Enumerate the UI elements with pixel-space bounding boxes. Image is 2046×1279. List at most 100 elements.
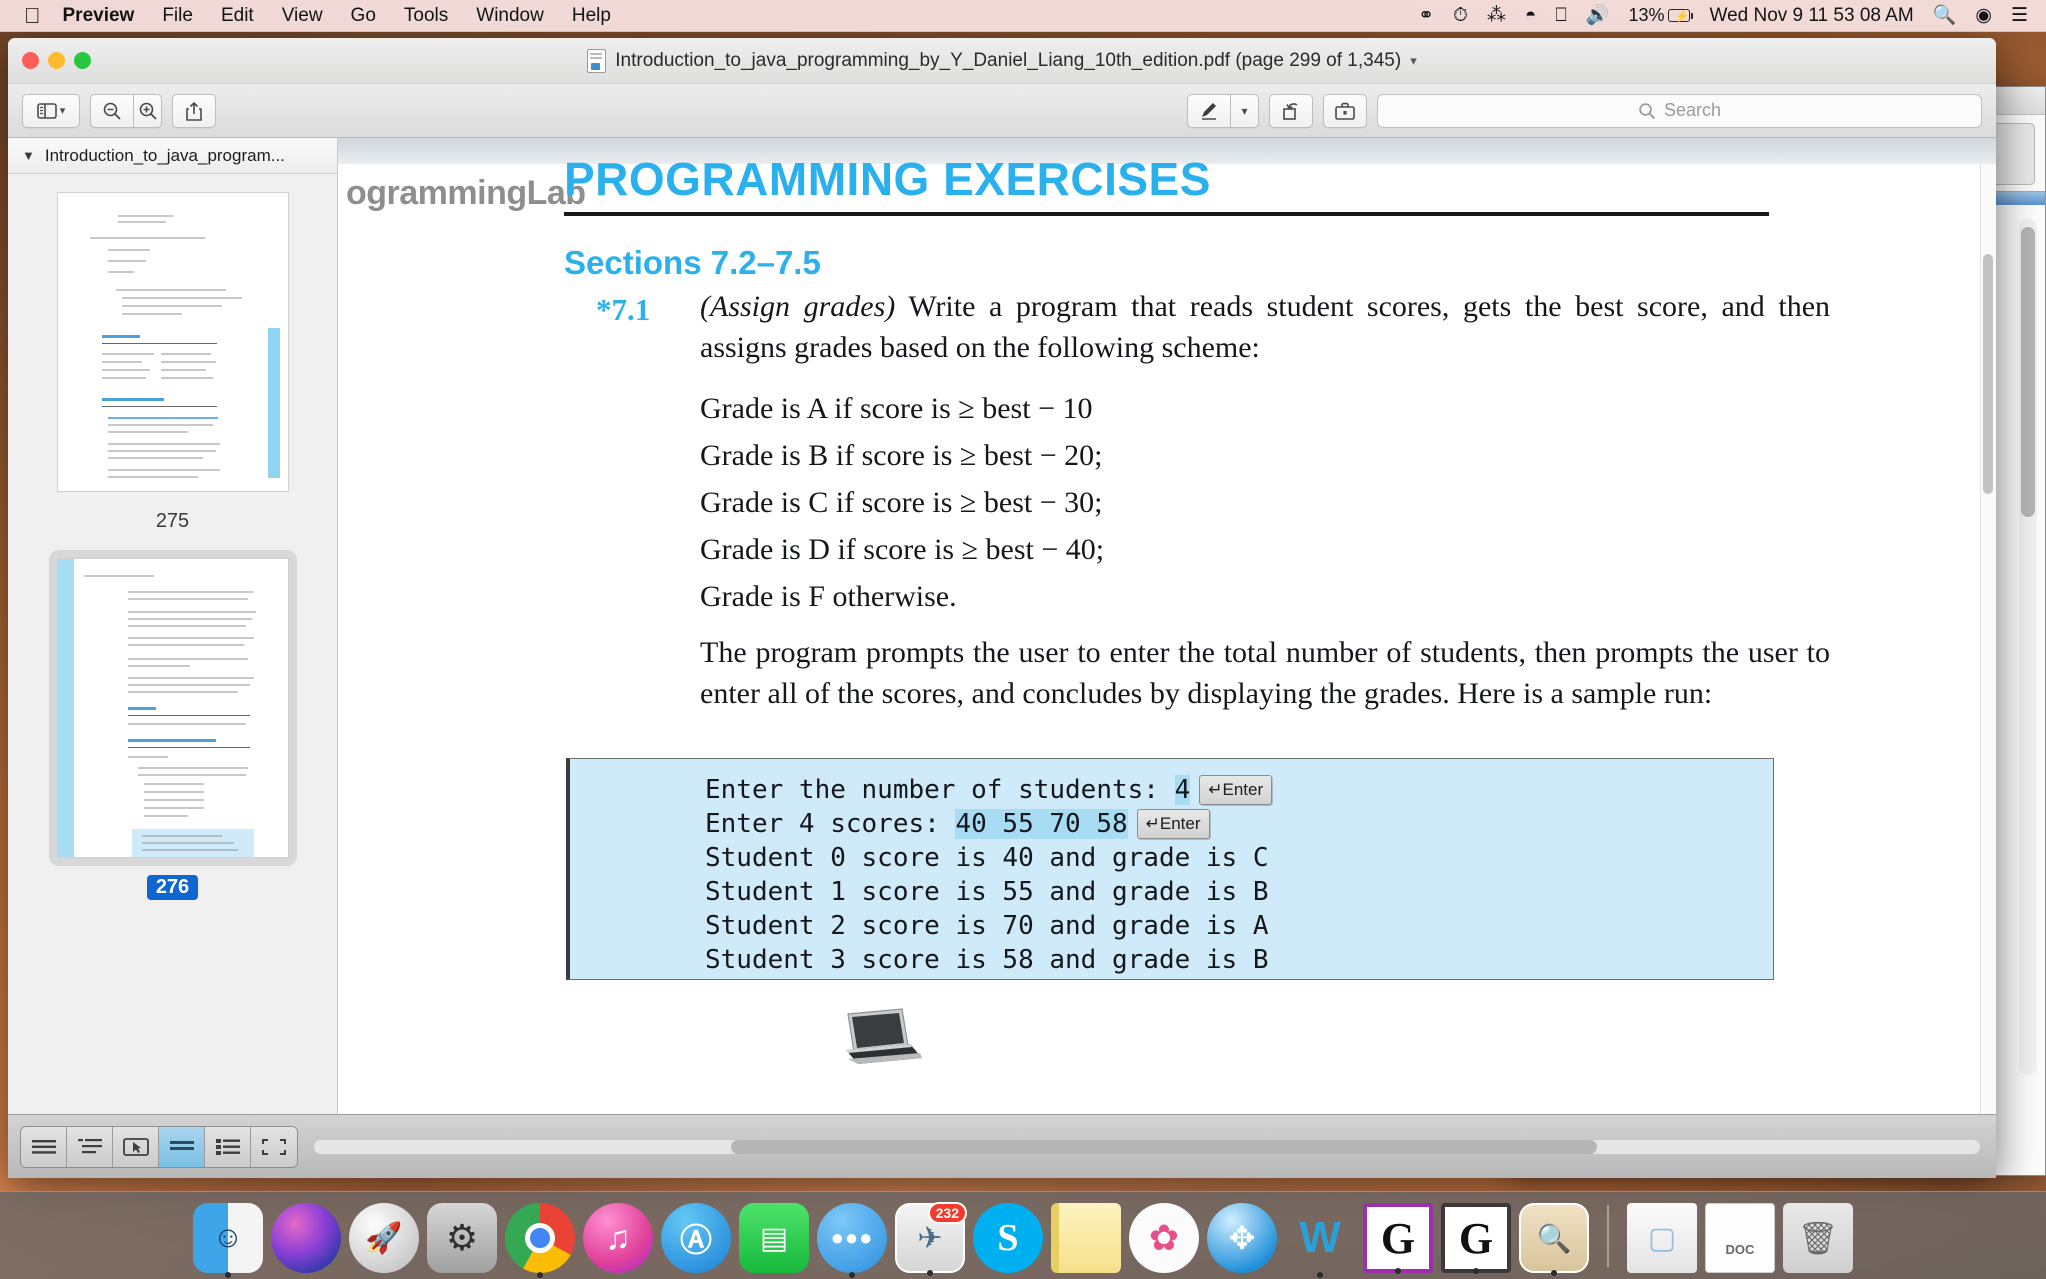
single-page-icon <box>169 1140 194 1150</box>
dock-item-trash[interactable]: 🗑 <box>1783 1203 1853 1273</box>
sample-run-console: Enter the number of students: 4 ↵Enter En… <box>566 758 1774 980</box>
dock-item-finder[interactable]: ☺ <box>193 1203 263 1278</box>
dock-item-skype[interactable]: S <box>973 1203 1043 1273</box>
thumbnail-frame[interactable] <box>49 184 297 500</box>
notification-center-icon[interactable]: ☰ <box>2011 6 2028 25</box>
view-mode-full-screen-button[interactable] <box>251 1126 297 1167</box>
running-indicator <box>1473 1268 1479 1274</box>
chevron-down-icon: ▾ <box>59 105 66 117</box>
grade-rule: Grade is D if score is ≥ best − 40; <box>700 533 1105 566</box>
dock-item-google-chrome[interactable] <box>505 1203 575 1278</box>
menu-item-tools[interactable]: Tools <box>404 5 448 27</box>
dock-item-safari[interactable]: ✥ <box>1207 1203 1277 1273</box>
thumbnail-list[interactable]: 275 276 <box>8 174 337 1114</box>
view-mode-table-of-contents-button[interactable] <box>67 1126 113 1167</box>
grade-rule: Grade is A if score is ≥ best − 10 <box>700 392 1093 425</box>
markup-dropdown-button[interactable]: ▾ <box>1231 93 1259 128</box>
sidebar-toggle-button[interactable]: ▾ <box>22 93 80 128</box>
sidebar-header[interactable]: ▼ Introduction_to_java_program... <box>8 138 337 174</box>
page-scrollbar-thumb[interactable] <box>1983 254 1993 494</box>
view-mode-highlight-button[interactable] <box>113 1126 159 1167</box>
dock-item-downloads-stack[interactable]: ▢ <box>1627 1203 1697 1273</box>
airplay-icon[interactable]: ⎕ <box>1555 6 1566 25</box>
dock-item-photos[interactable]: ✿ <box>1129 1203 1199 1273</box>
dropbox-icon[interactable]: ⚭ <box>1418 6 1434 25</box>
app-store-a-icon: Ⓐ <box>679 1222 712 1258</box>
apple-logo-icon[interactable]:  <box>24 4 41 27</box>
background-window-scrollbar-thumb[interactable] <box>2021 227 2035 517</box>
menu-bar-clock[interactable]: Wed Nov 9 11 53 08 AM <box>1709 5 1913 27</box>
menu-item-help[interactable]: Help <box>572 5 611 27</box>
dock-item-launchpad[interactable]: 🚀 <box>349 1203 419 1273</box>
search-icon[interactable]: 🔍 <box>1933 6 1957 25</box>
console-prompt-2: Enter 4 scores: <box>705 809 956 839</box>
wifi-icon[interactable]: ◓ <box>1525 6 1536 25</box>
view-mode-single-page-button[interactable] <box>159 1126 205 1167</box>
zoom-button[interactable] <box>74 52 91 69</box>
zoom-in-button[interactable] <box>134 93 162 128</box>
markup-pen-button[interactable] <box>1187 93 1231 128</box>
time-machine-icon[interactable]: ⏱ <box>1453 6 1468 25</box>
menu-item-window[interactable]: Window <box>476 5 544 27</box>
doc-label: DOC <box>1725 1241 1755 1257</box>
menu-bar-status-area: ⚭ ⏱ ⁂ ◓ ⎕ 🔊 13% ⚡ Wed Nov 9 11 53 08 AM … <box>1418 5 2046 27</box>
console-line-input-2: Enter 4 scores: 40 55 70 58 ↵Enter <box>705 807 1773 841</box>
minimize-button[interactable] <box>48 52 65 69</box>
view-mode-continuous-scroll-button[interactable] <box>21 1126 67 1167</box>
dock-item-ghostscript-purple[interactable]: G <box>1363 1203 1433 1274</box>
dock-item-itunes[interactable]: ♫ <box>583 1203 653 1273</box>
title-chevron-down-icon[interactable]: ▾ <box>1410 53 1417 69</box>
dock-item-siri[interactable] <box>271 1203 341 1273</box>
dock-item-preview[interactable]: 🔍 <box>1519 1203 1589 1276</box>
running-indicator <box>537 1272 543 1278</box>
view-mode-contact-sheet-button[interactable] <box>205 1126 251 1167</box>
menu-item-preview[interactable]: Preview <box>63 5 135 27</box>
dock-item-system-preferences[interactable]: ⚙ <box>427 1203 497 1273</box>
dock-item-notes[interactable] <box>1051 1203 1121 1273</box>
dock-item-microsoft-word[interactable]: W <box>1285 1203 1355 1278</box>
dock-item-app-store[interactable]: Ⓐ <box>661 1203 731 1273</box>
page-scrollbar-track[interactable] <box>1980 164 1996 1114</box>
thumbnail-item[interactable]: 276 <box>8 544 337 910</box>
grade-rule: Grade is F otherwise. <box>700 580 957 613</box>
dock-item-mail[interactable]: ✈ 232 <box>895 1202 967 1276</box>
grid-list-icon <box>215 1138 240 1155</box>
menu-item-file[interactable]: File <box>162 5 193 27</box>
section-heading: Sections 7.2–7.5 <box>564 244 821 281</box>
zoom-button-group <box>90 93 162 128</box>
console-input-2: 40 55 70 58 <box>955 809 1128 839</box>
dock-item-messages[interactable]: ●●● <box>817 1203 887 1278</box>
share-button[interactable] <box>172 93 216 128</box>
rotate-left-button[interactable] <box>1269 93 1313 128</box>
thumbnail-item[interactable]: 275 <box>8 178 337 544</box>
menu-item-view[interactable]: View <box>282 5 323 27</box>
disclosure-triangle-icon[interactable]: ▼ <box>22 148 35 163</box>
close-button[interactable] <box>22 52 39 69</box>
volume-icon[interactable]: 🔊 <box>1586 6 1610 25</box>
running-head-myprogramminglab: ogrammingLab <box>346 174 586 213</box>
thumbnail-frame-selected[interactable] <box>48 550 297 866</box>
horizontal-scrollbar-track[interactable] <box>314 1139 1980 1154</box>
photo-magnifier-icon: 🔍 <box>1536 1222 1572 1254</box>
dock-item-doc-file[interactable]: DOC <box>1705 1203 1775 1273</box>
menu-item-edit[interactable]: Edit <box>221 5 254 27</box>
grade-rules-list: Grade is A if score is ≥ best − 10 Grade… <box>700 392 1104 627</box>
console-line-input-1: Enter the number of students: 4 ↵Enter <box>705 773 1773 807</box>
search-input-placeholder: Search <box>1663 100 1722 120</box>
page-title-rule <box>564 212 1769 216</box>
page-title: PROGRAMMING EXERCISES <box>564 153 1211 205</box>
siri-icon[interactable]: ◉ <box>1975 6 1992 25</box>
battery-status[interactable]: 13% ⚡ <box>1628 5 1694 26</box>
markup-toolbar-button[interactable] <box>1323 93 1367 128</box>
exercise-intro-paragraph: (Assign grades) Write a program that rea… <box>700 286 1830 369</box>
menu-item-go[interactable]: Go <box>351 5 376 27</box>
dock-item-ghostscript-gray[interactable]: G <box>1441 1203 1511 1274</box>
search-field[interactable]: Search <box>1377 93 1982 128</box>
pdf-page-area[interactable]: ogrammingLab PROGRAMMING EXERCISES Secti… <box>338 138 1996 1114</box>
zoom-out-button[interactable] <box>90 93 134 128</box>
g-letter-icon: G <box>1380 1213 1416 1263</box>
enter-key-badge: ↵Enter <box>1136 809 1210 839</box>
bluetooth-icon[interactable]: ⁂ <box>1487 6 1506 25</box>
horizontal-scrollbar-thumb[interactable] <box>730 1139 1597 1154</box>
dock-item-facetime[interactable]: ▤ <box>739 1203 809 1273</box>
